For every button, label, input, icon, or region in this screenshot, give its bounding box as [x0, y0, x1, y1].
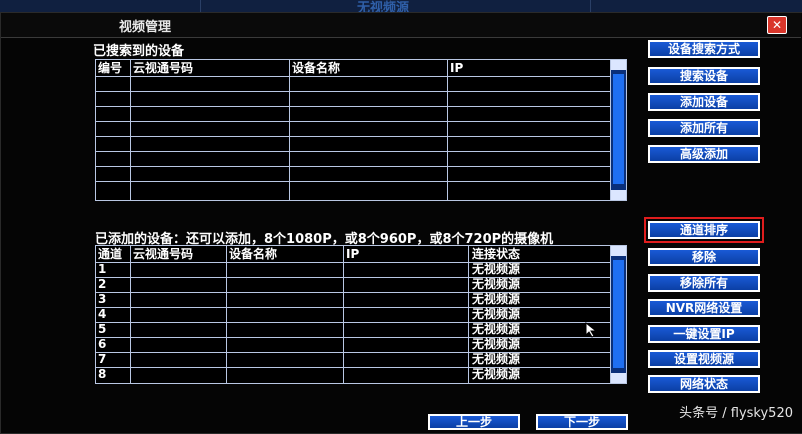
added-scrollbar[interactable]: [610, 246, 626, 383]
table-row: [96, 367, 626, 368]
network-status-button[interactable]: 网络状态: [648, 375, 760, 393]
window-title: 视频管理: [119, 20, 172, 35]
table-row: [96, 136, 626, 137]
channel-number: 4: [98, 307, 107, 321]
channel-number: 6: [98, 337, 107, 351]
table-row: [96, 292, 626, 293]
searched-devices-table[interactable]: 编号 云视通号码 设备名称 IP: [95, 59, 627, 201]
col-divider: [343, 246, 344, 383]
connection-status: 无视频源: [472, 322, 521, 336]
connection-status: 无视频源: [472, 352, 521, 366]
col-header-device-name: 设备名称: [229, 247, 278, 261]
next-step-button[interactable]: 下一步: [536, 414, 628, 430]
scroll-thumb[interactable]: [613, 260, 624, 368]
channel-sort-button[interactable]: 通道排序: [644, 217, 764, 243]
searched-scrollbar[interactable]: [610, 60, 626, 200]
video-management-window: 视频管理 ✕ 已搜索到的设备 编号 云视通号码 设备名称 IP 已添加的设备：还…: [0, 12, 802, 434]
connection-status: 无视频源: [472, 262, 521, 276]
searched-devices-label: 已搜索到的设备: [93, 44, 185, 59]
add-device-button[interactable]: 添加设备: [648, 93, 760, 111]
search-mode-button[interactable]: 设备搜索方式: [648, 40, 760, 58]
connection-status: 无视频源: [472, 307, 521, 321]
channel-number: 2: [98, 277, 107, 291]
watermark: 头条号 / flysky520: [679, 406, 793, 421]
table-row: [96, 166, 626, 167]
col-divider: [468, 246, 469, 383]
col-divider: [226, 246, 227, 383]
channel-number: 7: [98, 352, 107, 366]
table-row: [96, 322, 626, 323]
mouse-pointer-icon: [585, 322, 598, 338]
col-header-cloud-id: 云视通号码: [133, 61, 194, 75]
table-row: [96, 337, 626, 338]
table-row: [96, 151, 626, 152]
one-key-ip-button[interactable]: 一键设置IP: [648, 325, 760, 343]
table-row: [96, 91, 626, 92]
col-divider: [130, 246, 131, 383]
table-row: [96, 106, 626, 107]
advanced-add-button[interactable]: 高级添加: [648, 145, 760, 163]
col-header-device-name: 设备名称: [292, 61, 341, 75]
col-header-connection-status: 连接状态: [472, 247, 521, 261]
col-header-channel: 通道: [98, 247, 123, 261]
col-header-ip: IP: [346, 247, 360, 261]
remove-button[interactable]: 移除: [648, 248, 760, 266]
table-row: [96, 307, 626, 308]
col-divider: [130, 60, 131, 200]
added-devices-table[interactable]: 通道 云视通号码 设备名称 IP 连接状态 1 无视频源 2 无视频源 3 无视…: [95, 245, 627, 384]
channel-number: 1: [98, 262, 107, 276]
channel-number: 3: [98, 292, 107, 306]
channel-number: 5: [98, 322, 107, 336]
col-divider: [289, 60, 290, 200]
close-icon: ✕: [771, 18, 783, 32]
channel-number: 8: [98, 367, 107, 381]
add-all-button[interactable]: 添加所有: [648, 119, 760, 137]
table-row: [96, 181, 626, 182]
table-row: [96, 277, 626, 278]
table-row: [96, 76, 626, 77]
scroll-thumb[interactable]: [613, 74, 624, 184]
nvr-network-settings-button[interactable]: NVR网络设置: [648, 299, 760, 317]
prev-step-button[interactable]: 上一步: [428, 414, 520, 430]
set-video-source-button[interactable]: 设置视频源: [648, 350, 760, 368]
table-row: [96, 121, 626, 122]
connection-status: 无视频源: [472, 292, 521, 306]
connection-status: 无视频源: [472, 337, 521, 351]
table-row: [96, 352, 626, 353]
table-row: [96, 262, 626, 263]
col-divider: [447, 60, 448, 200]
col-header-cloud-id: 云视通号码: [133, 247, 194, 261]
col-header-ip: IP: [450, 61, 464, 75]
remove-all-button[interactable]: 移除所有: [648, 274, 760, 292]
scroll-up-arrow[interactable]: [611, 246, 626, 256]
scroll-down-arrow[interactable]: [611, 190, 626, 200]
connection-status: 无视频源: [472, 367, 521, 381]
title-bar: 视频管理 ✕: [1, 13, 801, 38]
close-button[interactable]: ✕: [767, 16, 787, 34]
scroll-up-arrow[interactable]: [611, 60, 626, 70]
connection-status: 无视频源: [472, 277, 521, 291]
col-header-number: 编号: [98, 61, 123, 75]
scroll-down-arrow[interactable]: [611, 373, 626, 383]
search-devices-button[interactable]: 搜索设备: [648, 67, 760, 85]
